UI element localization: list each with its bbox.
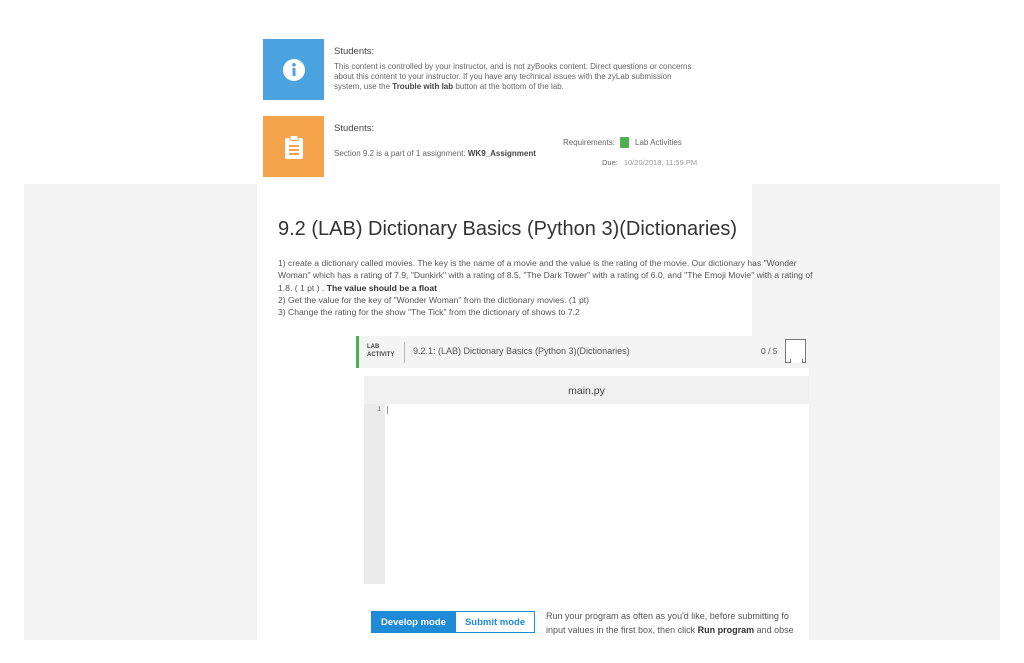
run-instructions: Run your program as often as you'd like,… <box>546 611 794 635</box>
notice-line: This content is controlled by your instr… <box>334 62 692 71</box>
clipboard-icon <box>263 116 324 177</box>
file-name-tab[interactable]: main.py <box>364 385 809 397</box>
lab-title: 9.2.1: (LAB) Dictionary Basics (Python 3… <box>413 346 630 356</box>
section-title: 9.2 (LAB) Dictionary Basics (Python 3)(D… <box>278 218 738 240</box>
assignment-text: Section 9.2 is a part of 1 assignment: W… <box>334 149 536 158</box>
lab-activity: LAB ACTIVITY 9.2.1: (LAB) Dictionary Basi… <box>356 336 809 640</box>
text-cursor <box>387 406 388 414</box>
assignment-name: WK9_Assignment <box>467 149 536 158</box>
notice-line: system, use the Trouble with lab button … <box>334 82 564 91</box>
notice-body: Students: This content is controlled by … <box>324 39 692 100</box>
instructor-notice: Students: This content is controlled by … <box>263 39 783 100</box>
notice-title: Students: <box>334 46 375 57</box>
score-badge-icon <box>785 339 806 363</box>
develop-mode-button[interactable]: Develop mode <box>371 611 456 633</box>
lab-instructions: 1) create a dictionary called movies. Th… <box>278 258 813 318</box>
lab-header: LAB ACTIVITY 9.2.1: (LAB) Dictionary Basi… <box>356 336 809 368</box>
line-gutter: 1 <box>364 404 385 584</box>
mode-toggle: Develop mode Submit mode <box>371 611 536 633</box>
divider <box>404 342 405 363</box>
lab-score: 0 / 5 <box>761 346 778 356</box>
assignment-notice: Students: Section 9.2 is a part of 1 ass… <box>263 116 783 177</box>
submit-mode-button[interactable]: Submit mode <box>455 611 536 633</box>
notice-line: about this content to your instructor. I… <box>334 72 672 81</box>
lab-activity-chip-icon <box>620 137 630 148</box>
notice-title: Students: <box>334 123 375 134</box>
code-editor[interactable]: 1 <box>364 404 809 584</box>
requirements: Requirements: Lab Activities <box>563 137 682 148</box>
trouble-with-lab-text: Trouble with lab <box>392 82 454 91</box>
notice-body: Students: <box>324 116 374 177</box>
line-number: 1 <box>377 406 381 413</box>
lab-activity-tag: LAB ACTIVITY <box>367 344 395 358</box>
due-date: Due: 10/20/2018, 11:59 PM <box>602 158 698 167</box>
info-icon <box>263 39 324 100</box>
